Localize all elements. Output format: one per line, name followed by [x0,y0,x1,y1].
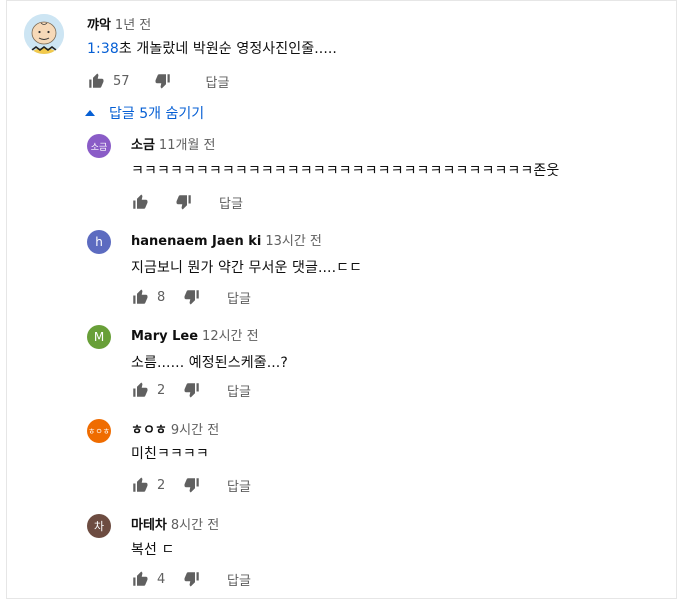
comment-time[interactable]: 8시간 전 [171,518,219,533]
comment-actions: 4 답글 [131,569,251,589]
comment-body: 초 개놀랐네 박원순 영정사진인줄..... [118,41,337,57]
like-button[interactable] [131,476,149,494]
comment-actions: 2 답글 [131,475,251,495]
comment-author[interactable]: ㅎㅇㅎ [131,423,167,438]
avatar-initial: ㅎㅇㅎ [87,426,111,436]
avatar-initial: 소금 [90,142,108,153]
comment-header: hanenaem Jaen ki 13시간 전 [131,230,322,249]
avatar-initial: M [93,330,105,344]
video-timestamp-link[interactable]: 1:38 [87,41,119,57]
comment-text: 복선 ㄷ [131,542,175,558]
comment-text: ㅋㅋㅋㅋㅋㅋㅋㅋㅋㅋㅋㅋㅋㅋㅋㅋㅋㅋㅋㅋㅋㅋㅋㅋㅋㅋㅋㅋㅋㅋㅋ존웃 [131,163,560,179]
comment-actions: 8 답글 [131,287,251,307]
reply-button[interactable]: 답글 [206,72,230,91]
comment-header: 꺄악 1년 전 [87,14,151,33]
comment-author[interactable]: Mary Lee [131,329,198,344]
thumbs-down-icon [155,74,170,89]
dislike-button[interactable] [183,381,201,399]
dislike-button[interactable] [183,570,201,588]
thumbs-down-icon [184,478,199,493]
like-count: 57 [113,73,130,89]
comment-time[interactable]: 9시간 전 [171,423,219,438]
thumbs-down-icon [176,195,191,210]
reply-button[interactable]: 답글 [227,570,251,589]
thumbs-up-icon [133,571,148,586]
reply-button[interactable]: 답글 [227,476,251,495]
like-count: 2 [157,477,166,493]
thumbs-up-icon [133,382,148,397]
avatar[interactable]: 소금 [87,134,111,158]
hide-replies-label: 답글 5개 숨기기 [109,106,205,122]
dislike-button[interactable] [175,193,193,211]
comment-text: 1:38초 개놀랐네 박원순 영정사진인줄..... [87,38,337,58]
avatar[interactable]: 차 [87,514,111,538]
top-comment: 꺄악 1년 전 1:38초 개놀랐네 박원순 영정사진인줄..... 57 답글 [0,0,679,100]
comment-author[interactable]: 마테차 [131,518,167,533]
caret-up-icon [85,110,95,116]
thumbs-up-icon [133,194,148,209]
dislike-button[interactable] [154,72,172,90]
reply-button[interactable]: 답글 [227,381,251,400]
avatar[interactable]: h [87,230,111,254]
avatar[interactable]: M [87,325,111,349]
thumbs-down-icon [184,572,199,587]
comment-text: 지금보니 뭔가 약간 무서운 댓글....ㄷㄷ [131,260,363,276]
comment-author[interactable]: hanenaem Jaen ki [131,234,261,249]
like-count: 4 [157,571,166,587]
like-button[interactable] [131,381,149,399]
like-button[interactable] [131,288,149,306]
hide-replies-button[interactable]: 답글 5개 숨기기 [85,103,204,123]
comment-author[interactable]: 소금 [131,138,155,153]
comment-author[interactable]: 꺄악 [87,18,111,33]
reply-comment: ㅎㅇㅎ ㅎㅇㅎ 9시간 전 미친ㅋㅋㅋㅋ 2 답글 [0,417,679,507]
thumbs-up-icon [133,477,148,492]
avatar-initial: h [95,235,103,249]
reply-comment: 소금 소금 11개월 전 ㅋㅋㅋㅋㅋㅋㅋㅋㅋㅋㅋㅋㅋㅋㅋㅋㅋㅋㅋㅋㅋㅋㅋㅋㅋㅋㅋㅋ… [0,130,679,220]
reply-comment: h hanenaem Jaen ki 13시간 전 지금보니 뭔가 약간 무서운 … [0,228,679,318]
comment-header: 마테차 8시간 전 [131,514,219,533]
comment-header: Mary Lee 12시간 전 [131,325,259,344]
avatar[interactable] [24,14,64,54]
charlie-brown-avatar-icon [24,14,64,54]
reply-button[interactable]: 답글 [227,288,251,307]
comment-text: 미친ㅋㅋㅋㅋ [131,446,209,462]
comment-text: 소름...... 예정된스케줄...? [131,355,288,371]
like-count: 8 [157,289,166,305]
like-button[interactable] [131,570,149,588]
comment-header: ㅎㅇㅎ 9시간 전 [131,419,219,438]
comment-time[interactable]: 11개월 전 [159,138,216,153]
comment-time[interactable]: 13시간 전 [265,234,322,249]
dislike-button[interactable] [183,476,201,494]
thumbs-down-icon [184,290,199,305]
comment-header: 소금 11개월 전 [131,134,215,153]
comment-actions: 57 답글 [87,71,229,91]
reply-comment: 차 마테차 8시간 전 복선 ㄷ 4 답글 [0,512,679,598]
comment-actions: 2 답글 [131,380,251,400]
comment-time[interactable]: 1년 전 [115,18,151,33]
comment-time[interactable]: 12시간 전 [202,329,259,344]
like-count: 2 [157,382,166,398]
dislike-button[interactable] [183,288,201,306]
thumbs-up-icon [133,289,148,304]
avatar[interactable]: ㅎㅇㅎ [87,419,111,443]
like-button[interactable] [87,72,105,90]
reply-button[interactable]: 답글 [219,193,243,212]
reply-comment: M Mary Lee 12시간 전 소름...... 예정된스케줄...? 2 답… [0,323,679,413]
comment-actions: 답글 [131,192,243,212]
thumbs-up-icon [89,73,104,88]
like-button[interactable] [131,193,149,211]
thumbs-down-icon [184,383,199,398]
avatar-initial: 차 [93,520,105,533]
